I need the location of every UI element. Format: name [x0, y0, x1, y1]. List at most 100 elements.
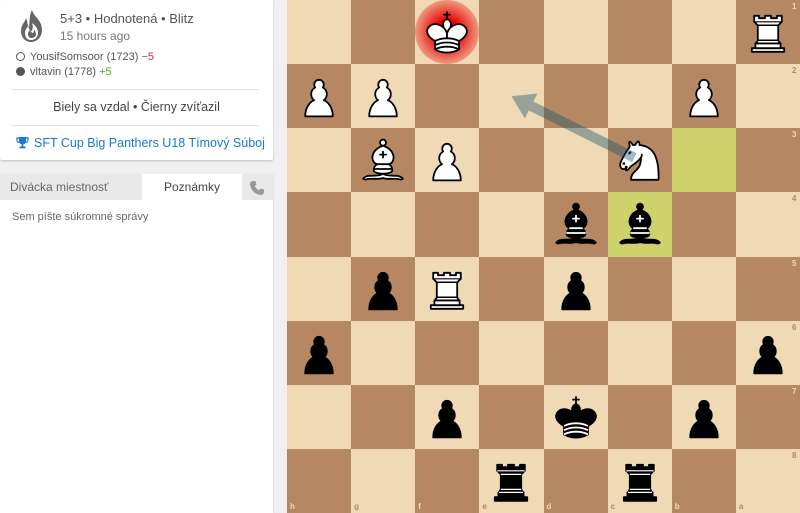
- square-b4[interactable]: [671, 192, 736, 257]
- rank-label: 7: [792, 386, 797, 396]
- rank-label: 3: [792, 130, 797, 140]
- square-h8[interactable]: [287, 448, 352, 513]
- square-h1[interactable]: [287, 0, 352, 65]
- square-a4[interactable]: [735, 192, 800, 257]
- white-pawn-icon[interactable]: [351, 64, 415, 128]
- square-h3[interactable]: [287, 128, 352, 193]
- square-g6[interactable]: [351, 320, 416, 385]
- white-knight-icon[interactable]: [608, 128, 672, 192]
- square-h5[interactable]: [287, 256, 352, 321]
- square-e5[interactable]: [479, 256, 544, 321]
- player-black-rating-diff: +5: [99, 66, 112, 78]
- time-control: 5+3 • Hodnotená • Blitz: [60, 11, 194, 26]
- tab-spectator-room[interactable]: Divácka miestnosť: [10, 174, 109, 200]
- rank-label: 2: [792, 66, 797, 76]
- square-h4[interactable]: [287, 192, 352, 257]
- square-c2[interactable]: [607, 64, 672, 129]
- square-a3[interactable]: [735, 128, 800, 193]
- black-bishop-icon[interactable]: [608, 192, 672, 256]
- square-g4[interactable]: [351, 192, 416, 257]
- file-label: b: [674, 502, 680, 511]
- rank-label: 4: [792, 194, 797, 204]
- square-f6[interactable]: [415, 320, 480, 385]
- square-e1[interactable]: [479, 0, 544, 65]
- file-label: h: [290, 502, 295, 511]
- square-d3[interactable]: [543, 128, 608, 193]
- file-label: g: [354, 502, 360, 511]
- notes-textarea[interactable]: Sem píšte súkromné správy: [12, 211, 148, 223]
- chat-notes-panel: Divácka miestnosť Poznámky Sem píšte súk…: [0, 174, 273, 513]
- square-e3[interactable]: [479, 128, 544, 193]
- player-white-name[interactable]: YousifSomsoor (1723): [30, 51, 138, 63]
- square-d8[interactable]: [543, 448, 608, 513]
- black-pawn-icon[interactable]: [672, 385, 736, 449]
- square-c6[interactable]: [607, 320, 672, 385]
- player-black-name[interactable]: vltavin (1778): [30, 66, 96, 78]
- square-g7[interactable]: [351, 384, 416, 449]
- divider: [12, 125, 259, 126]
- file-label: d: [546, 502, 552, 511]
- square-g1[interactable]: [351, 0, 416, 65]
- black-bishop-icon[interactable]: [544, 192, 608, 256]
- square-e2[interactable]: [479, 64, 544, 129]
- white-king-icon[interactable]: [415, 0, 479, 64]
- square-f4[interactable]: [415, 192, 480, 257]
- black-pawn-icon[interactable]: [415, 385, 479, 449]
- white-pawn-icon[interactable]: [287, 64, 351, 128]
- black-king-icon[interactable]: [544, 385, 608, 449]
- white-player-dot-icon: [16, 52, 25, 61]
- black-pawn-icon[interactable]: [287, 321, 351, 385]
- tournament-link[interactable]: SFT Cup Big Panthers U18 Tímový Súboj: [16, 136, 265, 150]
- rank-label: 8: [792, 450, 797, 460]
- chess-board[interactable]: 1234567hgfedcb8a: [287, 0, 800, 513]
- white-pawn-icon[interactable]: [672, 64, 736, 128]
- game-result: Biely sa vzdal • Čierny zvíťazil: [53, 100, 220, 114]
- tab-notes[interactable]: Poznámky: [142, 174, 242, 200]
- square-c1[interactable]: [607, 0, 672, 65]
- square-a7[interactable]: [735, 384, 800, 449]
- square-e6[interactable]: [479, 320, 544, 385]
- phone-icon[interactable]: [249, 180, 265, 196]
- square-b3[interactable]: [671, 128, 736, 193]
- file-label: a: [738, 502, 744, 511]
- black-pawn-icon[interactable]: [544, 257, 608, 321]
- white-rook-icon[interactable]: [415, 257, 479, 321]
- square-a2[interactable]: [735, 64, 800, 129]
- square-h7[interactable]: [287, 384, 352, 449]
- square-e4[interactable]: [479, 192, 544, 257]
- black-rook-icon[interactable]: [608, 449, 672, 513]
- square-b8[interactable]: [671, 448, 736, 513]
- square-f2[interactable]: [415, 64, 480, 129]
- square-g8[interactable]: [351, 448, 416, 513]
- game-info-card: 5+3 • Hodnotená • Blitz 15 hours ago You…: [0, 0, 273, 160]
- square-b1[interactable]: [671, 0, 736, 65]
- player-white-rating-diff: −5: [141, 51, 155, 63]
- player-white[interactable]: YousifSomsoor (1723) −5: [16, 51, 154, 63]
- square-e7[interactable]: [479, 384, 544, 449]
- white-bishop-icon[interactable]: [351, 128, 415, 192]
- square-d6[interactable]: [543, 320, 608, 385]
- square-c5[interactable]: [607, 256, 672, 321]
- fire-icon: [21, 10, 42, 42]
- square-d2[interactable]: [543, 64, 608, 129]
- black-pawn-icon[interactable]: [736, 321, 800, 385]
- game-header: 5+3 • Hodnotená • Blitz 15 hours ago: [16, 9, 266, 45]
- file-label: f: [418, 502, 421, 511]
- square-b5[interactable]: [671, 256, 736, 321]
- square-c7[interactable]: [607, 384, 672, 449]
- square-a5[interactable]: [735, 256, 800, 321]
- trophy-icon: [16, 137, 29, 149]
- played-ago: 15 hours ago: [60, 29, 131, 43]
- square-f8[interactable]: [415, 448, 480, 513]
- player-black[interactable]: vltavin (1778) +5: [16, 66, 112, 78]
- black-pawn-icon[interactable]: [351, 257, 415, 321]
- square-d1[interactable]: [543, 0, 608, 65]
- black-rook-icon[interactable]: [479, 449, 543, 513]
- tournament-name[interactable]: SFT Cup Big Panthers U18 Tímový Súboj: [34, 136, 265, 150]
- square-b6[interactable]: [671, 320, 736, 385]
- white-rook-icon[interactable]: [736, 0, 800, 64]
- panel-tabs: Divácka miestnosť Poznámky: [0, 174, 273, 200]
- square-a8[interactable]: [735, 448, 800, 513]
- rank-label: 5: [792, 258, 797, 268]
- white-pawn-icon[interactable]: [415, 128, 479, 192]
